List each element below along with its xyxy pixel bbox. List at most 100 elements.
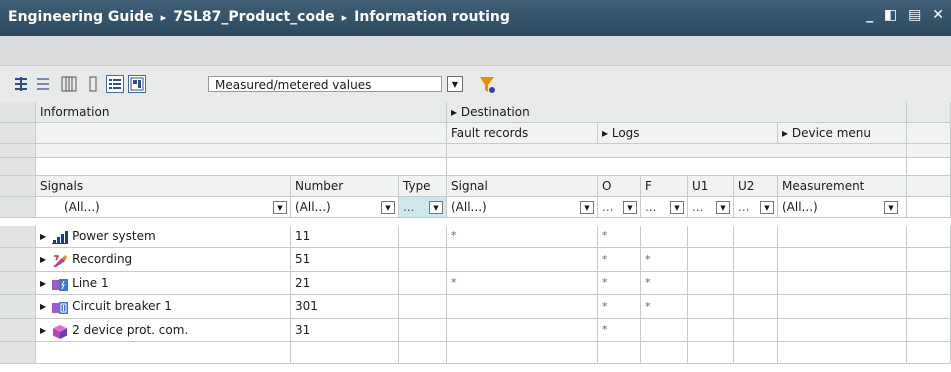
row-measurement-cell[interactable]: [778, 295, 907, 319]
type-filter[interactable]: ... ▼: [399, 197, 447, 218]
row-o-cell[interactable]: *: [598, 319, 641, 342]
logs-header[interactable]: ▸ Logs: [598, 123, 778, 144]
empty-row-cell[interactable]: [399, 342, 447, 364]
u1-column-header[interactable]: U1: [688, 176, 734, 197]
row-o-cell[interactable]: *: [598, 226, 641, 248]
empty-row-cell[interactable]: [688, 342, 734, 364]
signals-filter[interactable]: (All...) ▼: [36, 197, 291, 218]
table-row[interactable]: ▶ Recording: [36, 248, 291, 272]
type-filter-dropdown[interactable]: ▼: [429, 201, 443, 214]
row-u1-cell[interactable]: [688, 226, 734, 248]
u2-filter[interactable]: ... ▼: [734, 197, 778, 218]
expand-arrow-icon[interactable]: ▶: [40, 248, 46, 271]
measurement-filter-dropdown[interactable]: ▼: [884, 201, 898, 214]
row-o-cell[interactable]: *: [598, 272, 641, 295]
measurement-column-header[interactable]: Measurement: [778, 176, 907, 197]
row-f-cell[interactable]: *: [641, 272, 688, 295]
row-name: Power system: [72, 229, 156, 243]
number-filter[interactable]: (All...) ▼: [291, 197, 399, 218]
row-signal-cell[interactable]: [447, 319, 598, 342]
table-row[interactable]: ▶ Line 1: [36, 272, 291, 295]
breadcrumb-item-product-code[interactable]: 7SL87_Product_code: [173, 9, 334, 25]
empty-row-cell[interactable]: [778, 342, 907, 364]
filter-dropdown-button[interactable]: ▼: [447, 76, 463, 92]
row-type: [399, 272, 447, 295]
header-filler: [907, 158, 951, 176]
expand-arrow-icon[interactable]: ▶: [40, 273, 46, 295]
window-controls[interactable]: _ ◧ ▤ ✕: [866, 7, 947, 23]
empty-row-cell[interactable]: [36, 342, 291, 364]
row-measurement-cell[interactable]: [778, 226, 907, 248]
empty-row-cell[interactable]: [291, 342, 399, 364]
row-u2-cell[interactable]: [734, 226, 778, 248]
type-column-header[interactable]: Type: [399, 176, 447, 197]
row-gutter: [0, 248, 36, 272]
row-signal-cell[interactable]: [447, 295, 598, 319]
row-f-cell[interactable]: *: [641, 248, 688, 272]
row-gutter: [0, 295, 36, 319]
row-name: Line 1: [72, 276, 109, 290]
row-u2-cell[interactable]: [734, 248, 778, 272]
f-filter[interactable]: ... ▼: [641, 197, 688, 218]
signals-column-header[interactable]: Signals: [36, 176, 291, 197]
row-o-cell[interactable]: *: [598, 248, 641, 272]
single-column-icon[interactable]: [84, 75, 102, 93]
u2-column-header[interactable]: U2: [734, 176, 778, 197]
row-type: [399, 248, 447, 272]
signal-column-header[interactable]: Signal: [447, 176, 598, 197]
row-u2-cell[interactable]: [734, 295, 778, 319]
row-name: Recording: [72, 252, 133, 266]
u2-filter-dropdown[interactable]: ▼: [760, 201, 774, 214]
row-f-cell[interactable]: *: [641, 295, 688, 319]
collapse-all-icon[interactable]: [34, 75, 52, 93]
expand-all-icon[interactable]: [12, 75, 30, 93]
row-u1-cell[interactable]: [688, 248, 734, 272]
signal-filter[interactable]: (All...) ▼: [447, 197, 598, 218]
row-measurement-cell[interactable]: [778, 248, 907, 272]
table-row[interactable]: ▶ Power system: [36, 226, 291, 248]
row-f-cell[interactable]: [641, 319, 688, 342]
table-row[interactable]: ▶ 2 device prot. com.: [36, 319, 291, 342]
device-menu-header[interactable]: ▸ Device menu: [778, 123, 907, 144]
detail-view-icon[interactable]: [128, 75, 146, 93]
filter-funnel-icon[interactable]: [478, 75, 498, 95]
row-signal-cell[interactable]: *: [447, 272, 598, 295]
row-u1-cell[interactable]: [688, 272, 734, 295]
row-signal-cell[interactable]: *: [447, 226, 598, 248]
table-row[interactable]: ▶ Circuit breaker 1: [36, 295, 291, 319]
number-filter-dropdown[interactable]: ▼: [381, 201, 395, 214]
information-filter-select[interactable]: Measured/metered values: [208, 76, 442, 92]
empty-row-cell[interactable]: [734, 342, 778, 364]
row-f-cell[interactable]: [641, 226, 688, 248]
f-column-header[interactable]: F: [641, 176, 688, 197]
empty-row-cell[interactable]: [598, 342, 641, 364]
row-u1-cell[interactable]: [688, 319, 734, 342]
expand-arrow-icon[interactable]: ▶: [40, 320, 46, 342]
number-column-header[interactable]: Number: [291, 176, 399, 197]
row-u1-cell[interactable]: [688, 295, 734, 319]
row-filler: [907, 248, 951, 272]
row-measurement-cell[interactable]: [778, 272, 907, 295]
o-filter-dropdown[interactable]: ▼: [623, 201, 637, 214]
expand-arrow-icon[interactable]: ▶: [40, 227, 46, 247]
u1-filter-dropdown[interactable]: ▼: [716, 201, 730, 214]
o-filter[interactable]: ... ▼: [598, 197, 641, 218]
row-measurement-cell[interactable]: [778, 319, 907, 342]
destination-group-header[interactable]: ▸ Destination: [447, 102, 907, 123]
row-u2-cell[interactable]: [734, 272, 778, 295]
row-signal-cell[interactable]: [447, 248, 598, 272]
empty-row-cell[interactable]: [447, 342, 598, 364]
signal-filter-dropdown[interactable]: ▼: [580, 201, 594, 214]
columns-view-icon[interactable]: [60, 75, 78, 93]
o-column-header[interactable]: O: [598, 176, 641, 197]
list-view-icon[interactable]: [106, 75, 124, 93]
f-filter-dropdown[interactable]: ▼: [670, 201, 684, 214]
breadcrumb-item-engineering-guide[interactable]: Engineering Guide: [8, 9, 154, 25]
signals-filter-dropdown[interactable]: ▼: [273, 201, 287, 214]
u1-filter[interactable]: ... ▼: [688, 197, 734, 218]
expand-arrow-icon[interactable]: ▶: [40, 295, 46, 318]
row-u2-cell[interactable]: [734, 319, 778, 342]
row-o-cell[interactable]: *: [598, 295, 641, 319]
measurement-filter[interactable]: (All...) ▼: [778, 197, 907, 218]
empty-row-cell[interactable]: [641, 342, 688, 364]
